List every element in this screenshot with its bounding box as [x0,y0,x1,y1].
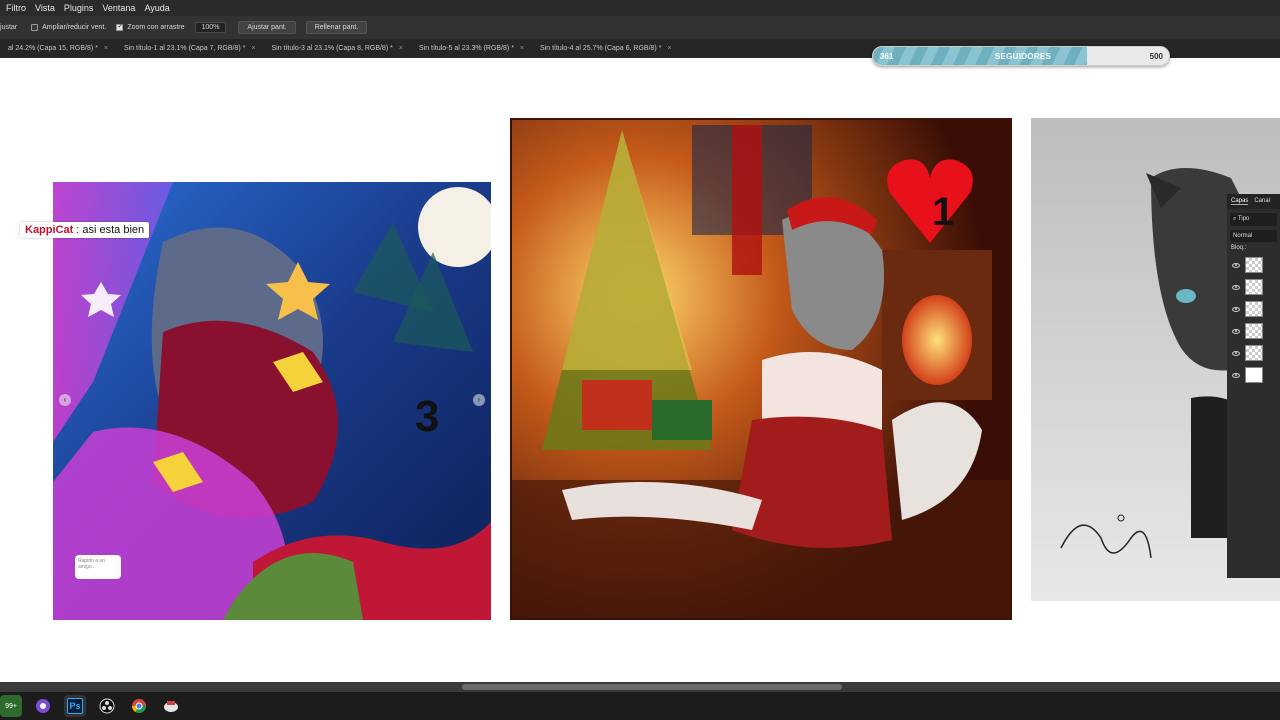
layer-row[interactable] [1227,254,1280,276]
carousel-next-icon[interactable]: › [473,394,485,406]
taskbar: 99+ Ps [0,692,1280,720]
tab-title: Sin título-3 al 23.1% (Capa 8, RGB/8) * [271,45,393,52]
layers-panel: Capas Canal ⌕ Tipo Normal Bloq.: [1227,194,1280,578]
badge-count: 99+ [5,702,17,710]
chrome-icon[interactable] [128,695,150,717]
layer-search-label: Tipo [1237,216,1250,222]
document-tab[interactable]: al 24.2% (Capa 15, RGB/8) * × [0,45,116,52]
chat-message: KappiCat : asi esta bien [20,222,150,238]
close-icon[interactable]: × [104,45,108,52]
layer-thumbnail [1245,323,1263,339]
lock-row: Bloq.: [1227,242,1280,254]
artwork-center: 1 [510,118,1012,620]
artwork-center-number: 1 [932,190,955,234]
layer-thumbnail [1245,279,1263,295]
chat-text: : asi esta bien [76,224,145,236]
layer-row[interactable] [1227,364,1280,386]
followers-goal: 500 [1149,52,1163,61]
layer-row[interactable] [1227,320,1280,342]
document-tab[interactable]: Sin título-1 al 23.1% (Capa 7, RGB/8) * × [116,45,264,52]
heart-icon [887,159,973,243]
chat-username: KappiCat [25,224,74,236]
app-icon[interactable] [160,695,182,717]
document-tab[interactable]: Sin título-5 al 23.3% (RGB/8) * × [411,45,532,52]
horizontal-scrollbar[interactable] [0,682,1280,692]
fill-screen-button[interactable]: Rellenar pant. [305,21,368,34]
scrubby-zoom-label: Zoom con arrastre [127,24,185,31]
eye-icon[interactable] [1232,328,1240,334]
fit-screen-button[interactable]: Ajustar pant. [238,21,296,34]
layer-thumbnail [1245,345,1263,361]
carousel-prev-icon[interactable]: ‹ [59,394,71,406]
lock-label: Bloq.: [1231,245,1247,251]
close-icon[interactable]: × [251,45,255,52]
layer-row[interactable] [1227,342,1280,364]
notification-badge[interactable]: 99+ [0,695,22,717]
document-tab[interactable]: Sin título-4 al 25.7% (Capa 6, RGB/8) * × [532,45,680,52]
layer-thumbnail [1245,301,1263,317]
tab-layers[interactable]: Capas [1231,198,1249,205]
document-tab[interactable]: Sin título-3 al 23.1% (Capa 8, RGB/8) * × [263,45,411,52]
ps-label: Ps [67,698,83,714]
scrubby-zoom-checkbox[interactable] [116,22,124,31]
fit-label: justar [0,24,18,31]
obs-icon[interactable] [96,695,118,717]
tab-channels[interactable]: Canal [1254,198,1270,205]
close-icon[interactable]: × [399,45,403,52]
blend-mode-select[interactable]: Normal [1230,230,1277,242]
followers-goal-bar: 361 SEGUIDORES 500 [872,46,1170,66]
resize-windows-checkbox[interactable] [31,24,39,31]
artwork-left-tooltip: Rápido a un amigo... [75,555,121,579]
eye-icon[interactable] [1232,284,1240,290]
layer-row[interactable] [1227,276,1280,298]
menu-plugins[interactable]: Plugins [64,3,94,13]
tab-title: Sin título-1 al 23.1% (Capa 7, RGB/8) * [123,45,246,52]
artwork-left: 3 ‹ › Rápido a un amigo... [53,182,491,620]
browser-icon[interactable] [32,695,54,717]
close-icon[interactable]: × [520,45,524,52]
menu-vista[interactable]: Vista [35,3,55,13]
scrollbar-thumb[interactable] [462,684,842,690]
layer-thumbnail [1245,367,1263,383]
zoom-field[interactable]: 100% [194,22,227,33]
tab-title: al 24.2% (Capa 15, RGB/8) * [8,45,98,52]
resize-windows-label: Ampliar/reducir vent. [42,24,107,31]
ps-icon[interactable]: Ps [64,695,86,717]
eye-icon[interactable] [1232,306,1240,312]
followers-label: SEGUIDORES [994,52,1052,61]
scrubby-zoom-option[interactable]: Zoom con arrastre [116,22,185,31]
eye-icon[interactable] [1232,262,1240,268]
layer-search[interactable]: ⌕ Tipo [1230,213,1277,226]
menu-ayuda[interactable]: Ayuda [144,3,169,13]
artwork-left-number: 3 [415,392,440,441]
options-bar: justar Ampliar/reducir vent. Zoom con ar… [0,16,1280,39]
eye-icon[interactable] [1232,350,1240,356]
layers-panel-tabs: Capas Canal [1227,194,1280,209]
layer-row[interactable] [1227,298,1280,320]
eye-icon[interactable] [1232,372,1240,378]
layer-thumbnail [1245,257,1263,273]
menu-ventana[interactable]: Ventana [102,3,135,13]
menu-filtro[interactable]: Filtro [6,3,26,13]
resize-windows-option[interactable]: Ampliar/reducir vent. [31,24,106,31]
tab-title: Sin título-4 al 25.7% (Capa 6, RGB/8) * [540,45,662,52]
tab-title: Sin título-5 al 23.3% (RGB/8) * [418,45,514,52]
close-icon[interactable]: × [667,45,671,52]
menu-bar: Filtro Vista Plugins Ventana Ayuda [0,0,1280,16]
